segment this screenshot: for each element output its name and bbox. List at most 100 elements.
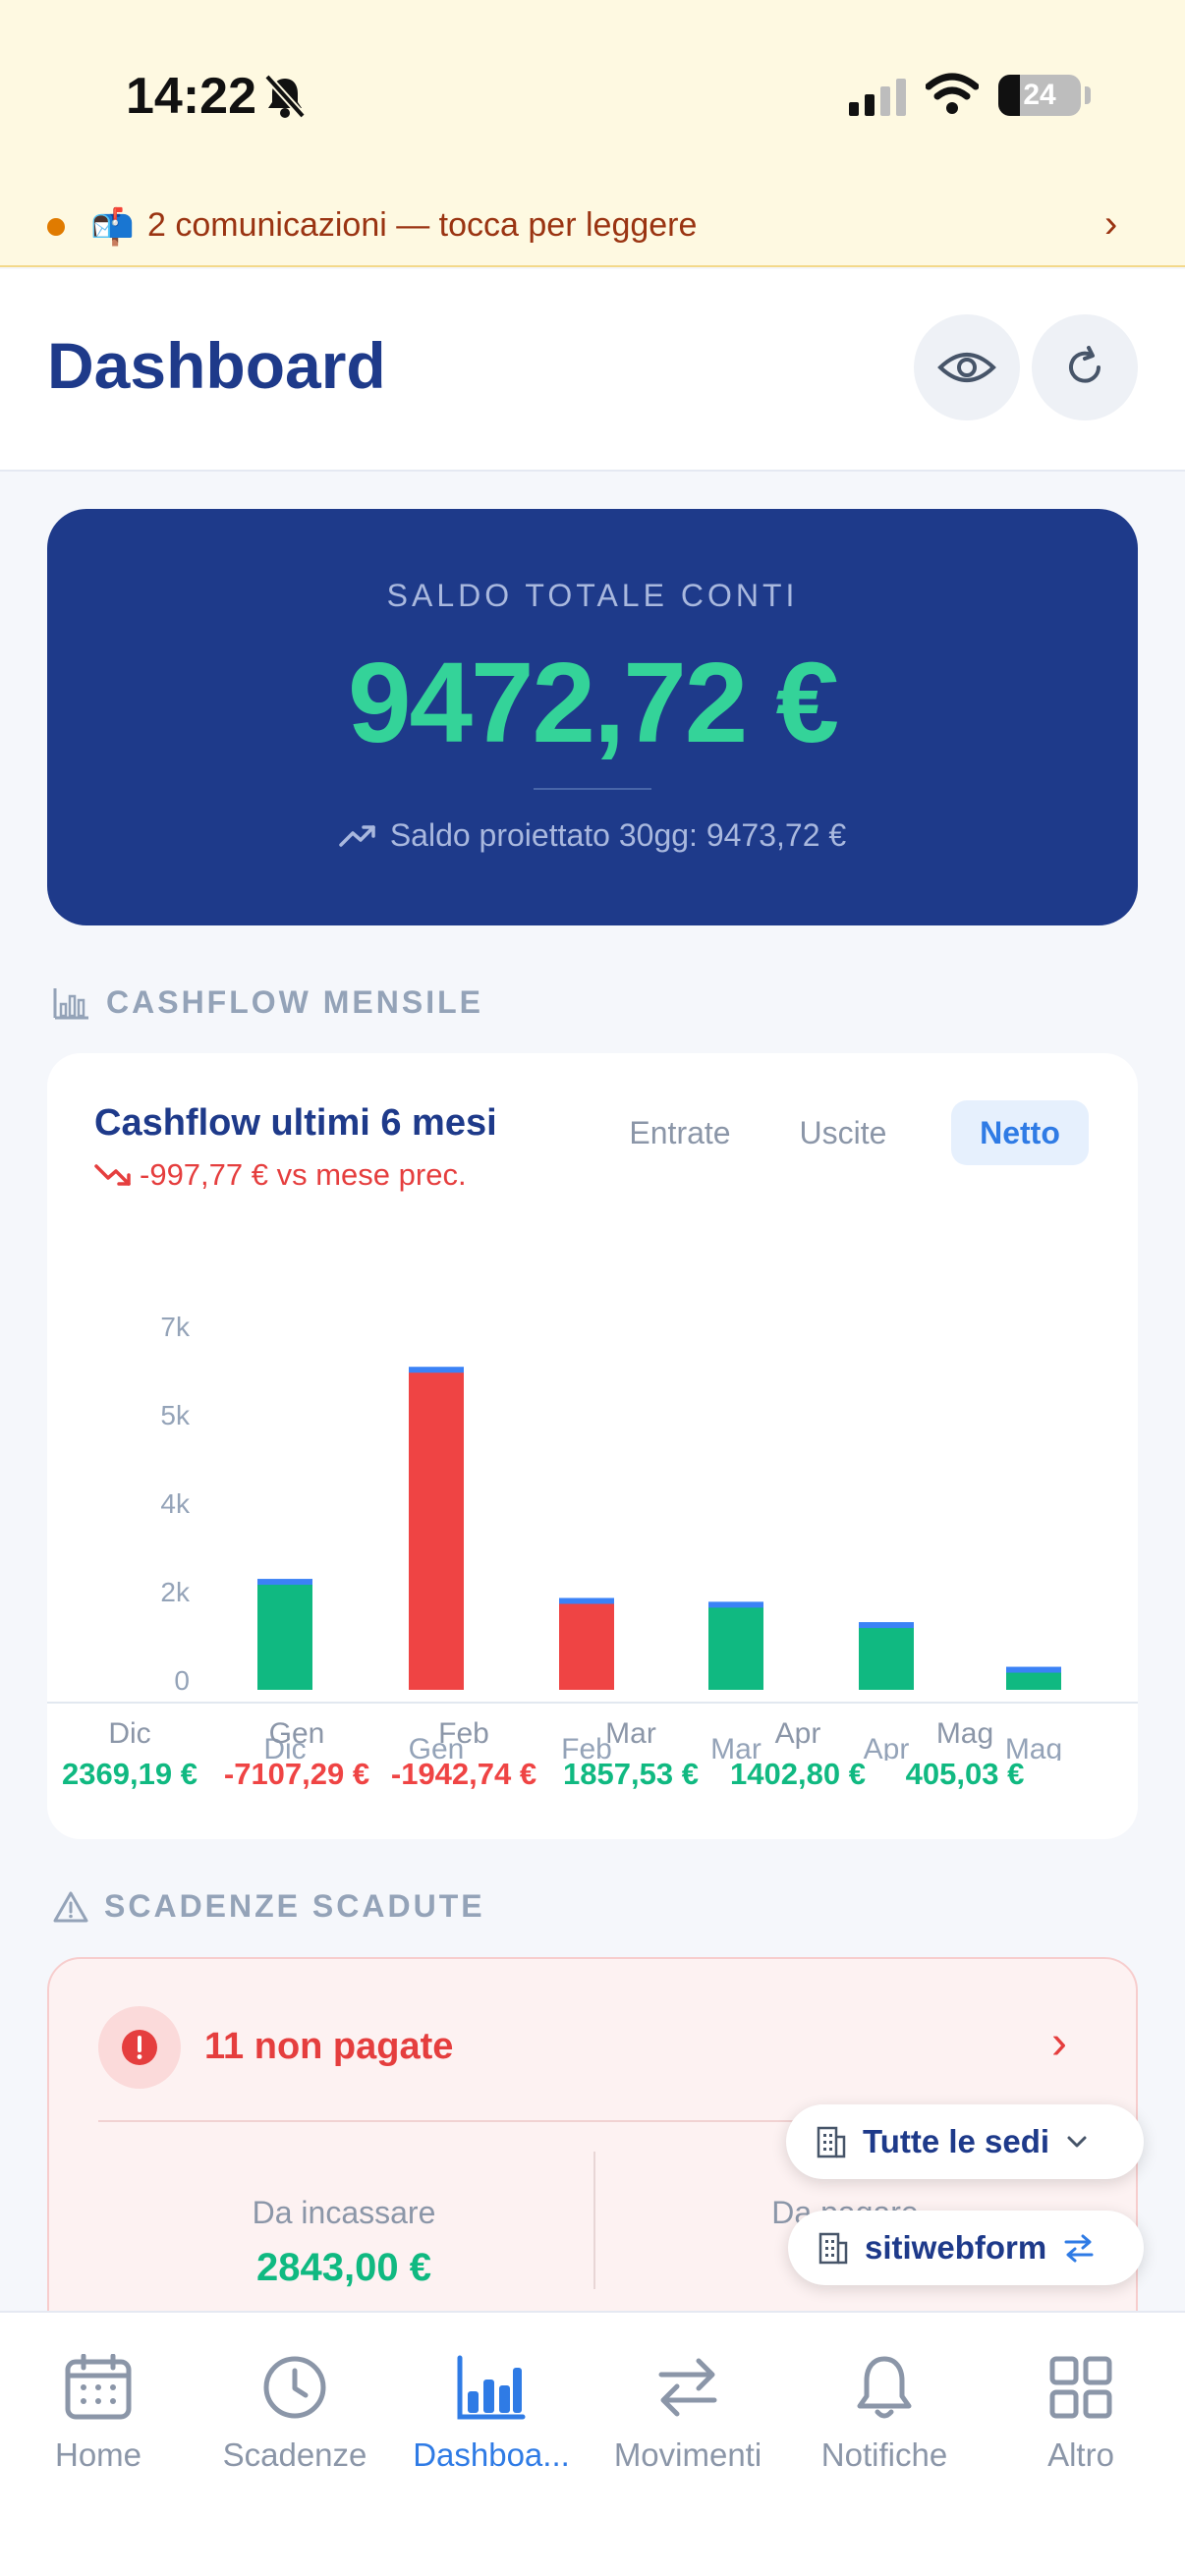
month-summary-name: Apr	[774, 1717, 821, 1750]
month-summary: Feb -1942,74 €	[375, 1717, 552, 1792]
bar-chart-icon	[53, 987, 88, 1019]
overdue-section-title: SCADENZE SCADUTE	[53, 1888, 485, 1925]
tab-home[interactable]: Home	[0, 2352, 197, 2474]
tab-movimenti-label: Movimenti	[613, 2436, 762, 2473]
unread-dot	[47, 218, 65, 236]
calendar-icon	[65, 2354, 132, 2420]
cashflow-bar[interactable]	[559, 1602, 614, 1690]
site-selector-label: Tutte le sedi	[863, 2123, 1050, 2159]
receivable-value: 2843,00 €	[256, 2246, 431, 2289]
balance-value: 9472,72 €	[347, 639, 839, 766]
month-summary-name: Gen	[268, 1717, 325, 1750]
cashflow-bar[interactable]	[257, 1584, 312, 1690]
battery-icon: 24	[998, 75, 1081, 116]
swap-icon	[658, 2358, 717, 2417]
month-summary-name: Dic	[108, 1717, 151, 1750]
site-selector-pill[interactable]: Tutte le sedi	[786, 2104, 1144, 2179]
tab-scadenze-label: Scadenze	[222, 2436, 367, 2473]
month-summary: Mag 405,03 €	[876, 1717, 1053, 1792]
bell-icon	[857, 2356, 912, 2419]
bar-chart-icon	[457, 2355, 526, 2420]
refresh-button[interactable]	[1032, 314, 1138, 420]
battery-level: 24	[1023, 79, 1056, 111]
month-summary-value: -7107,29 €	[223, 1757, 370, 1791]
month-summary: Mar 1857,53 €	[542, 1717, 719, 1792]
y-tick-label: 7k	[160, 1312, 191, 1342]
balance-projection-text: Saldo proiettato 30gg: 9473,72 €	[389, 817, 847, 853]
tab-altro-label: Altro	[1047, 2436, 1114, 2473]
eye-icon	[937, 353, 996, 382]
month-summary-value: 405,03 €	[905, 1757, 1025, 1791]
cashflow-delta: -997,77 € vs mese prec.	[94, 1157, 467, 1193]
tab-uscite[interactable]: Uscite	[774, 1100, 912, 1165]
trending-up-icon	[339, 824, 375, 847]
page-header: Dashboard	[0, 269, 1185, 472]
balance-divider	[534, 788, 651, 790]
month-summary-value: -1942,74 €	[390, 1757, 537, 1791]
status-bar: 14:22 24	[0, 0, 1185, 187]
balance-label: SALDO TOTALE CONTI	[386, 578, 799, 613]
month-summary: Dic 2369,19 €	[41, 1717, 218, 1792]
cashflow-bar-cap	[708, 1601, 763, 1608]
balance-card: SALDO TOTALE CONTI 9472,72 € Saldo proie…	[47, 509, 1138, 925]
overdue-count[interactable]: 11 non pagate	[204, 2026, 453, 2068]
cashflow-bar[interactable]	[859, 1627, 914, 1690]
trending-down-icon	[94, 1164, 131, 1186]
stats-divider	[593, 2152, 595, 2289]
cashflow-bar[interactable]	[1006, 1671, 1061, 1690]
cashflow-card: Cashflow ultimi 6 mesi -997,77 € vs mese…	[47, 1053, 1138, 1839]
tab-movimenti[interactable]: Movimenti	[590, 2352, 786, 2474]
month-summary-name: Mag	[935, 1717, 994, 1750]
cashflow-bar-cap	[559, 1597, 614, 1604]
company-label: sitiwebform	[865, 2229, 1047, 2266]
refresh-icon	[1069, 346, 1100, 383]
cashflow-bar-cap	[859, 1622, 914, 1629]
y-tick-label: 0	[174, 1665, 190, 1696]
tab-scadenze[interactable]: Scadenze	[197, 2352, 393, 2474]
grid-icon	[1049, 2356, 1112, 2419]
cashflow-bar[interactable]	[409, 1372, 464, 1690]
tab-notifiche-label: Notifiche	[820, 2436, 948, 2473]
bottom-tab-bar: Home Scadenze Dashboa... Movimenti Notif…	[0, 2311, 1185, 2576]
building-icon	[817, 2126, 846, 2158]
warning-icon	[53, 1891, 88, 1922]
tab-entrate[interactable]: Entrate	[603, 1100, 757, 1165]
wifi-icon	[926, 73, 979, 114]
y-tick-label: 2k	[160, 1577, 191, 1607]
cashflow-chart: 7k5k4k2k0Dic Gen Feb Mar Apr Mag	[160, 1312, 1062, 1761]
y-tick-label: 4k	[160, 1488, 191, 1519]
signal-icon	[849, 79, 906, 116]
cashflow-bar-cap	[409, 1367, 464, 1373]
tab-dashboard[interactable]: Dashboa...	[393, 2352, 590, 2474]
company-switch-pill[interactable]: sitiwebform	[788, 2211, 1144, 2285]
tab-dashboard-label: Dashboa...	[413, 2436, 570, 2473]
alert-icon	[98, 2006, 181, 2089]
mailbox-icon: 📬	[90, 206, 135, 247]
clock-icon	[263, 2356, 326, 2419]
tab-home-label: Home	[54, 2436, 142, 2473]
swap-icon	[1064, 2234, 1094, 2263]
y-tick-label: 5k	[160, 1400, 191, 1430]
cashflow-bar-cap	[1006, 1666, 1061, 1673]
chart-divider	[47, 1702, 1138, 1704]
tab-altro[interactable]: Altro	[983, 2352, 1179, 2474]
month-summary-value: 1857,53 €	[563, 1757, 699, 1791]
chevron-right-icon[interactable]: ›	[1051, 2016, 1067, 2070]
chevron-down-icon	[1067, 2136, 1087, 2148]
communications-banner[interactable]: 📬 2 comunicazioni — tocca per leggere ›	[0, 187, 1185, 267]
toggle-visibility-button[interactable]	[914, 314, 1020, 420]
overdue-section-label: SCADENZE SCADUTE	[104, 1888, 485, 1924]
cashflow-section-title: CASHFLOW MENSILE	[53, 984, 483, 1021]
status-time: 14:22	[126, 68, 256, 125]
cashflow-bar-cap	[257, 1579, 312, 1586]
communications-text: 2 comunicazioni — tocca per leggere	[147, 206, 698, 244]
cashflow-bar[interactable]	[708, 1606, 763, 1690]
month-summary: Gen -7107,29 €	[208, 1717, 385, 1792]
chevron-right-icon: ›	[1104, 202, 1118, 246]
receivable-label: Da incassare	[252, 2195, 436, 2230]
month-summary-value: 1402,80 €	[730, 1757, 866, 1791]
tab-netto[interactable]: Netto	[951, 1100, 1089, 1165]
tab-notifiche[interactable]: Notifiche	[786, 2352, 983, 2474]
building-icon	[818, 2232, 848, 2265]
page-title: Dashboard	[47, 329, 386, 402]
